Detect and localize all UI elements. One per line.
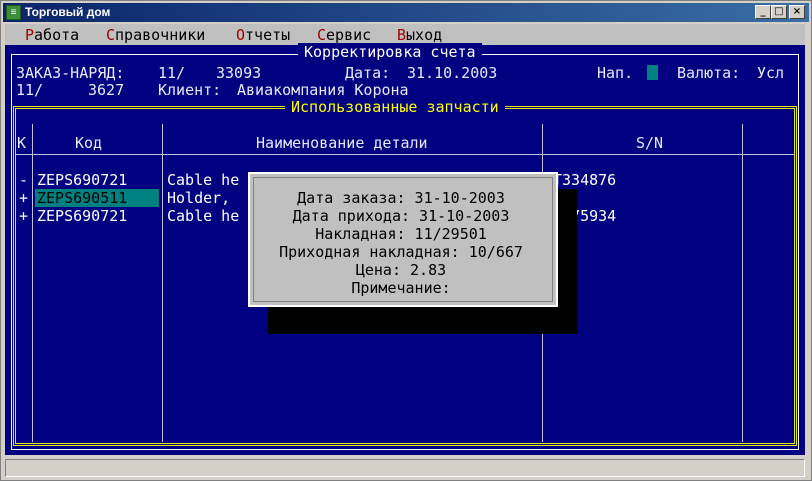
- row-name: Holder,: [167, 189, 231, 207]
- order-num: 11/: [158, 64, 186, 82]
- form-title: Корректировка счета: [298, 43, 482, 61]
- order-date: Дата заказа: 31-10-2003: [297, 189, 505, 207]
- date-value: 31.10.2003: [407, 64, 498, 82]
- col-header-k: К: [17, 134, 27, 152]
- row-name: Cable he: [167, 171, 240, 189]
- header-divider: [16, 154, 794, 155]
- note: Примечание:: [351, 279, 451, 297]
- col-header-name: Наименование детали: [256, 134, 428, 152]
- menu-bar: Работа Справочники Отчеты Сервис Выход: [5, 24, 805, 45]
- row-code: ZEPS690721: [37, 207, 128, 225]
- parts-title: Использованные запчасти: [285, 98, 505, 116]
- row-name: Cable he: [167, 207, 240, 225]
- app-icon: ≡: [6, 5, 21, 20]
- invoice: Накладная: 11/29501: [315, 225, 487, 243]
- row-flag: +: [19, 189, 29, 207]
- col-divider: [742, 124, 743, 442]
- menu-otchety[interactable]: Отчеты: [236, 26, 290, 44]
- col-header-code: Код: [75, 134, 103, 152]
- minimize-button[interactable]: _: [755, 5, 771, 19]
- client-value: Авиакомпания Корона: [237, 81, 409, 99]
- row-flag: -: [19, 171, 29, 189]
- sub-num: 11/: [16, 81, 44, 99]
- row-flag: +: [19, 207, 29, 225]
- col-divider: [32, 124, 33, 442]
- app-window: ≡ Торговый дом _ □ × Работа Справочники …: [0, 0, 812, 481]
- maximize-button[interactable]: □: [771, 5, 787, 19]
- row-sn: T334876: [553, 171, 617, 189]
- col-divider: [162, 124, 163, 442]
- currency-value: Усл: [757, 64, 785, 82]
- nap-label: Нап.: [597, 64, 634, 82]
- console-area: Работа Справочники Отчеты Сервис Выход К…: [5, 24, 805, 455]
- row-code: ZEPS690721: [37, 171, 128, 189]
- menu-rabota[interactable]: Работа: [25, 26, 79, 44]
- incoming-invoice: Приходная накладная: 10/667: [279, 243, 523, 261]
- price: Цена: 2.83: [355, 261, 447, 279]
- menu-vyhod[interactable]: Выход: [397, 26, 442, 44]
- menu-spravochniki[interactable]: Справочники: [106, 26, 205, 44]
- order-label: ЗАКАЗ-НАРЯД:: [16, 64, 125, 82]
- row-code: ZEPS690511: [35, 189, 159, 207]
- status-bar: [5, 459, 805, 477]
- col-header-sn: S/N: [636, 134, 664, 152]
- part-details-popup: Дата заказа: 31-10-2003 Дата прихода: 31…: [248, 172, 558, 307]
- sub-id: 3627: [88, 81, 125, 99]
- order-id: 33093: [216, 64, 262, 82]
- arrival-date: Дата прихода: 31-10-2003: [292, 207, 510, 225]
- menu-servis[interactable]: Сервис: [317, 26, 371, 44]
- date-label: Дата:: [345, 64, 391, 82]
- nap-indicator: [647, 65, 658, 80]
- window-title: Торговый дом: [25, 5, 111, 19]
- title-bar[interactable]: ≡ Торговый дом _ □ ×: [3, 3, 809, 22]
- close-button[interactable]: ×: [789, 5, 805, 19]
- client-label: Клиент:: [158, 81, 222, 99]
- currency-label: Валюта:: [677, 64, 741, 82]
